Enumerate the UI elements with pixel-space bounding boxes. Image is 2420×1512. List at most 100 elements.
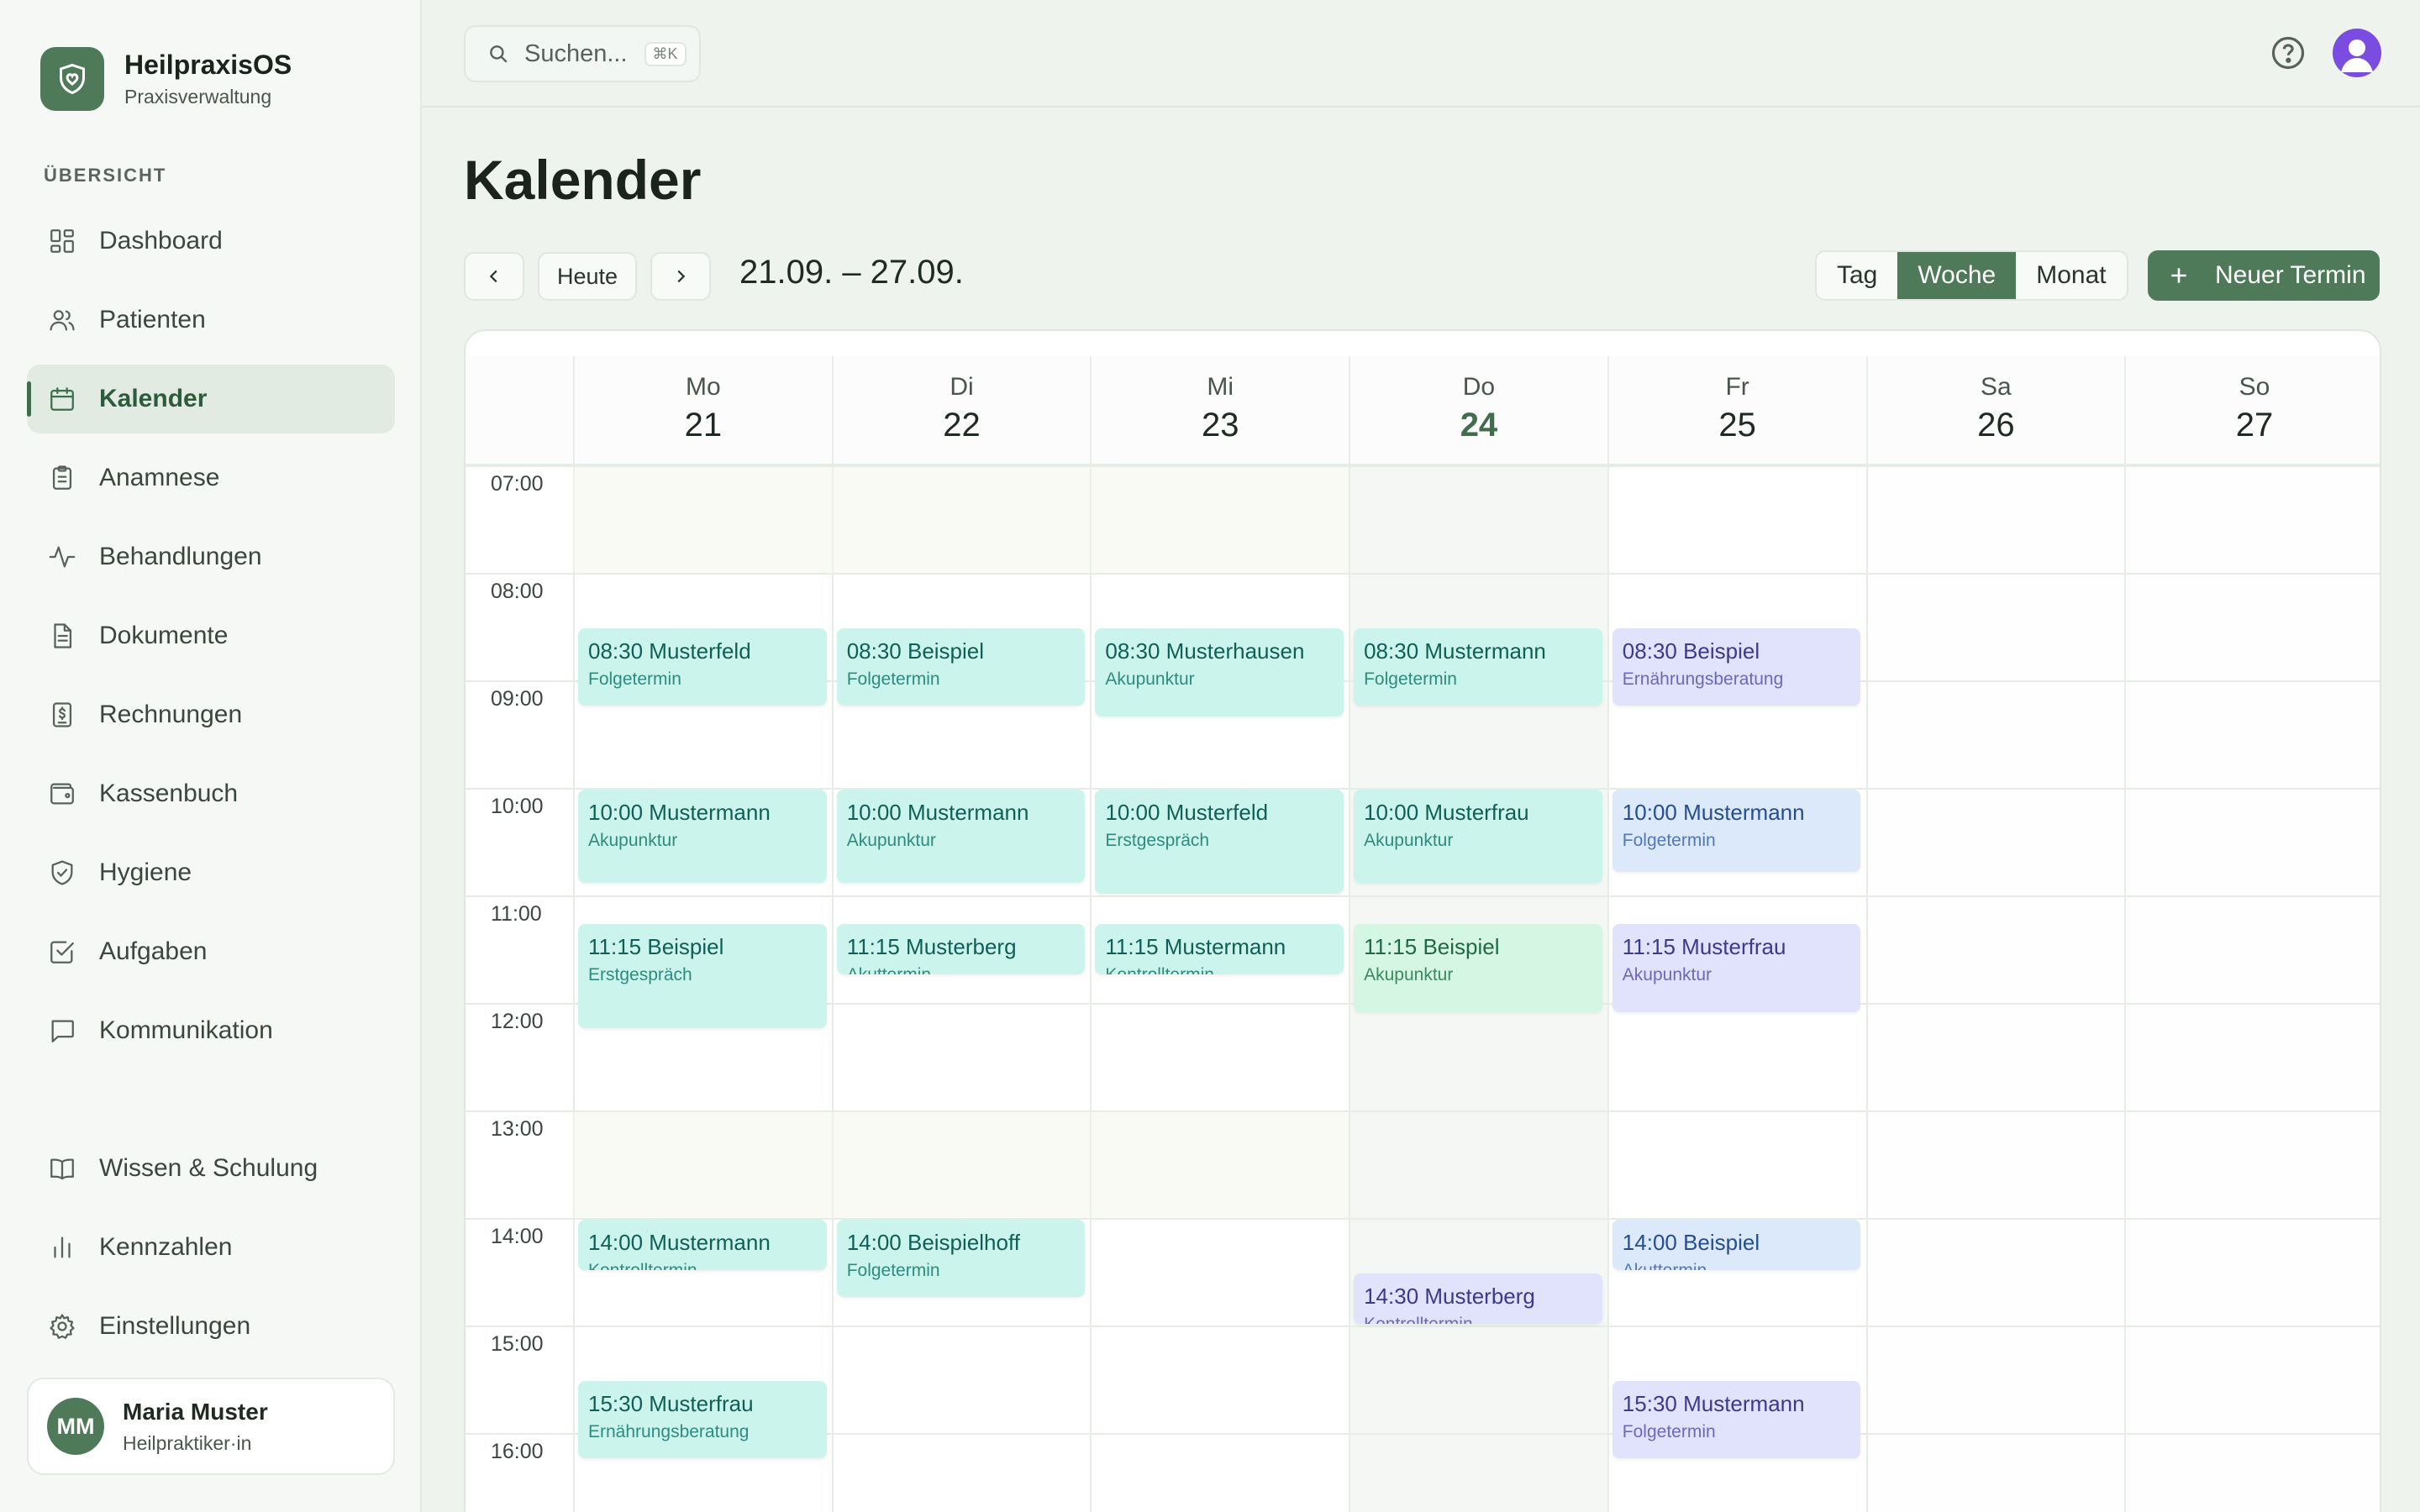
appointment-event[interactable]: 10:00 Mustermann Akupunktur	[578, 790, 827, 884]
day-header[interactable]: Mo 21	[573, 356, 832, 465]
today-button[interactable]: Heute	[538, 252, 637, 301]
sidebar-item-rechnungen[interactable]: Rechnungen	[27, 680, 395, 749]
sidebar-item-label: Wissen & Schulung	[99, 1154, 318, 1182]
invoice-icon	[47, 700, 77, 730]
sidebar-item-wissen-schulung[interactable]: Wissen & Schulung	[27, 1134, 395, 1203]
search-input[interactable]: Suchen... ⌘K	[464, 25, 701, 82]
appointment-type: Kontrolltermin	[1364, 1315, 1592, 1324]
book-icon	[47, 1153, 77, 1184]
appointment-type: Akuttermin	[847, 965, 1076, 974]
appointment-title: 08:30 Musterfeld	[588, 638, 751, 664]
day-header[interactable]: Fr 25	[1607, 356, 1866, 465]
appointment-type: Folgetermin	[1364, 669, 1457, 689]
day-column[interactable]	[2124, 465, 2380, 1512]
day-column[interactable]	[1090, 465, 1349, 1512]
week-calendar: Mo 21 Di 22 Mi 23 Do 24 Fr 25 Sa 26 So 27 07:00 08:00 09…	[464, 329, 2381, 1512]
appointment-event[interactable]: 15:30 Mustermann Folgetermin	[1612, 1381, 1861, 1458]
appointment-type: Akuttermin	[1623, 1261, 1851, 1270]
appointment-type: Akupunktur	[1364, 965, 1454, 984]
appointment-event[interactable]: 08:30 Beispiel Ernährungsberatung	[1612, 628, 1861, 706]
sidebar-item-label: Aufgaben	[99, 937, 208, 965]
sidebar-item-anamnese[interactable]: Anamnese	[27, 444, 395, 512]
appointment-event[interactable]: 15:30 Musterfrau Ernährungsberatung	[578, 1381, 827, 1458]
checkbox-icon	[47, 937, 77, 967]
appointment-event[interactable]: 11:15 Musterberg Akuttermin	[836, 924, 1086, 974]
sidebar-item-dokumente[interactable]: Dokumente	[27, 601, 395, 670]
day-header[interactable]: Di 22	[831, 356, 1091, 465]
appointment-event[interactable]: 11:15 Mustermann Kontrolltermin	[1095, 924, 1344, 974]
appointment-event[interactable]: 14:00 Mustermann Kontrolltermin	[578, 1220, 827, 1270]
hour-label: 12:00	[491, 1010, 544, 1033]
help-icon[interactable]	[2270, 35, 2306, 71]
appointment-title: 10:00 Musterfrau	[1364, 800, 1529, 825]
appointment-event[interactable]: 08:30 Mustermann Folgetermin	[1354, 628, 1602, 706]
view-month-button[interactable]: Monat	[2016, 252, 2126, 299]
appointment-event[interactable]: 10:00 Mustermann Folgetermin	[1612, 790, 1861, 873]
view-week-button[interactable]: Woche	[1897, 252, 2017, 299]
sidebar-item-kennzahlen[interactable]: Kennzahlen	[27, 1213, 395, 1282]
appointment-event[interactable]: 08:30 Musterfeld Folgetermin	[578, 628, 827, 706]
new-appointment-button[interactable]: Neuer Termin	[2148, 250, 2380, 301]
profile-avatar-icon[interactable]	[2333, 29, 2381, 77]
appointment-title: 11:15 Beispiel	[588, 934, 724, 959]
sidebar-item-dashboard[interactable]: Dashboard	[27, 207, 395, 276]
appointment-type: Erstgespräch	[1105, 831, 1210, 850]
appointment-event[interactable]: 14:00 Beispielhoff Folgetermin	[836, 1220, 1086, 1297]
appointment-event[interactable]: 10:00 Musterfrau Akupunktur	[1354, 790, 1602, 884]
appointment-event[interactable]: 10:00 Musterfeld Erstgespräch	[1095, 790, 1344, 894]
sidebar-item-label: Dokumente	[99, 622, 229, 649]
appointment-event[interactable]: 10:00 Mustermann Akupunktur	[836, 790, 1086, 884]
sidebar-item-behandlungen[interactable]: Behandlungen	[27, 522, 395, 591]
hour-row	[466, 465, 2380, 467]
sidebar-item-label: Patienten	[99, 306, 206, 333]
day-column[interactable]	[1865, 465, 2125, 1512]
sidebar-item-label: Dashboard	[99, 227, 223, 255]
sidebar-item-kassenbuch[interactable]: Kassenbuch	[27, 759, 395, 828]
day-header[interactable]: Sa 26	[1865, 356, 2125, 465]
wallet-icon	[47, 779, 77, 809]
sidebar-item-kommunikation[interactable]: Kommunikation	[27, 996, 395, 1065]
view-day-button[interactable]: Tag	[1817, 252, 1897, 299]
off-hours-band	[573, 465, 1349, 573]
sidebar-item-kalender[interactable]: Kalender	[27, 365, 395, 433]
day-number: 22	[943, 407, 981, 444]
day-header[interactable]: So 27	[2124, 356, 2380, 465]
hour-label: 15:00	[491, 1332, 544, 1356]
appointment-type: Akupunktur	[1622, 965, 1712, 984]
appointment-event[interactable]: 14:00 Beispiel Akuttermin	[1612, 1220, 1861, 1270]
appointment-event[interactable]: 14:30 Musterberg Kontrolltermin	[1354, 1273, 1602, 1324]
day-header[interactable]: Do 24	[1349, 356, 1607, 465]
appointment-type: Ernährungsberatung	[1622, 669, 1784, 689]
sidebar-item-hygiene[interactable]: Hygiene	[27, 838, 395, 907]
appointment-title: 14:00 Beispiel	[1622, 1230, 1760, 1255]
next-week-button[interactable]	[650, 252, 711, 301]
appointment-event[interactable]: 08:30 Beispiel Folgetermin	[836, 628, 1086, 706]
appointment-title: 10:00 Mustermann	[846, 800, 1029, 825]
sidebar-item-einstellungen[interactable]: Einstellungen	[27, 1292, 395, 1361]
hour-label: 11:00	[491, 902, 542, 926]
sidebar-item-aufgaben[interactable]: Aufgaben	[27, 917, 395, 986]
chevron-left-icon	[489, 270, 497, 283]
appointment-event[interactable]: 11:15 Musterfrau Akupunktur	[1612, 924, 1861, 1012]
hour-row	[466, 1326, 2380, 1327]
appointment-type: Folgetermin	[846, 669, 940, 689]
appointment-title: 11:15 Beispiel	[1364, 934, 1500, 959]
appointment-type: Kontrolltermin	[1105, 965, 1334, 974]
prev-week-button[interactable]	[464, 252, 524, 301]
appointment-type: Folgetermin	[1622, 831, 1716, 850]
hour-label: 16:00	[491, 1440, 544, 1463]
hour-row	[466, 1110, 2380, 1112]
appointment-event[interactable]: 11:15 Beispiel Akupunktur	[1354, 924, 1602, 1012]
page-title: Kalender	[464, 149, 702, 211]
appointment-event[interactable]: 11:15 Beispiel Erstgespräch	[578, 924, 827, 1028]
appointment-event[interactable]: 08:30 Musterhausen Akupunktur	[1095, 628, 1344, 717]
day-of-week: Fr	[1725, 373, 1749, 401]
clipboard-icon	[47, 463, 77, 493]
day-column[interactable]	[831, 465, 1091, 1512]
sidebar-item-patienten[interactable]: Patienten	[27, 286, 395, 354]
user-card[interactable]: MM Maria Muster Heilpraktiker·in	[27, 1378, 395, 1475]
appointment-title: 11:15 Mustermann	[1105, 934, 1286, 959]
day-header[interactable]: Mi 23	[1090, 356, 1349, 465]
appointment-title: 08:30 Beispiel	[1622, 638, 1760, 664]
brand[interactable]: HeilpraxisOS Praxisverwaltung	[40, 47, 292, 111]
